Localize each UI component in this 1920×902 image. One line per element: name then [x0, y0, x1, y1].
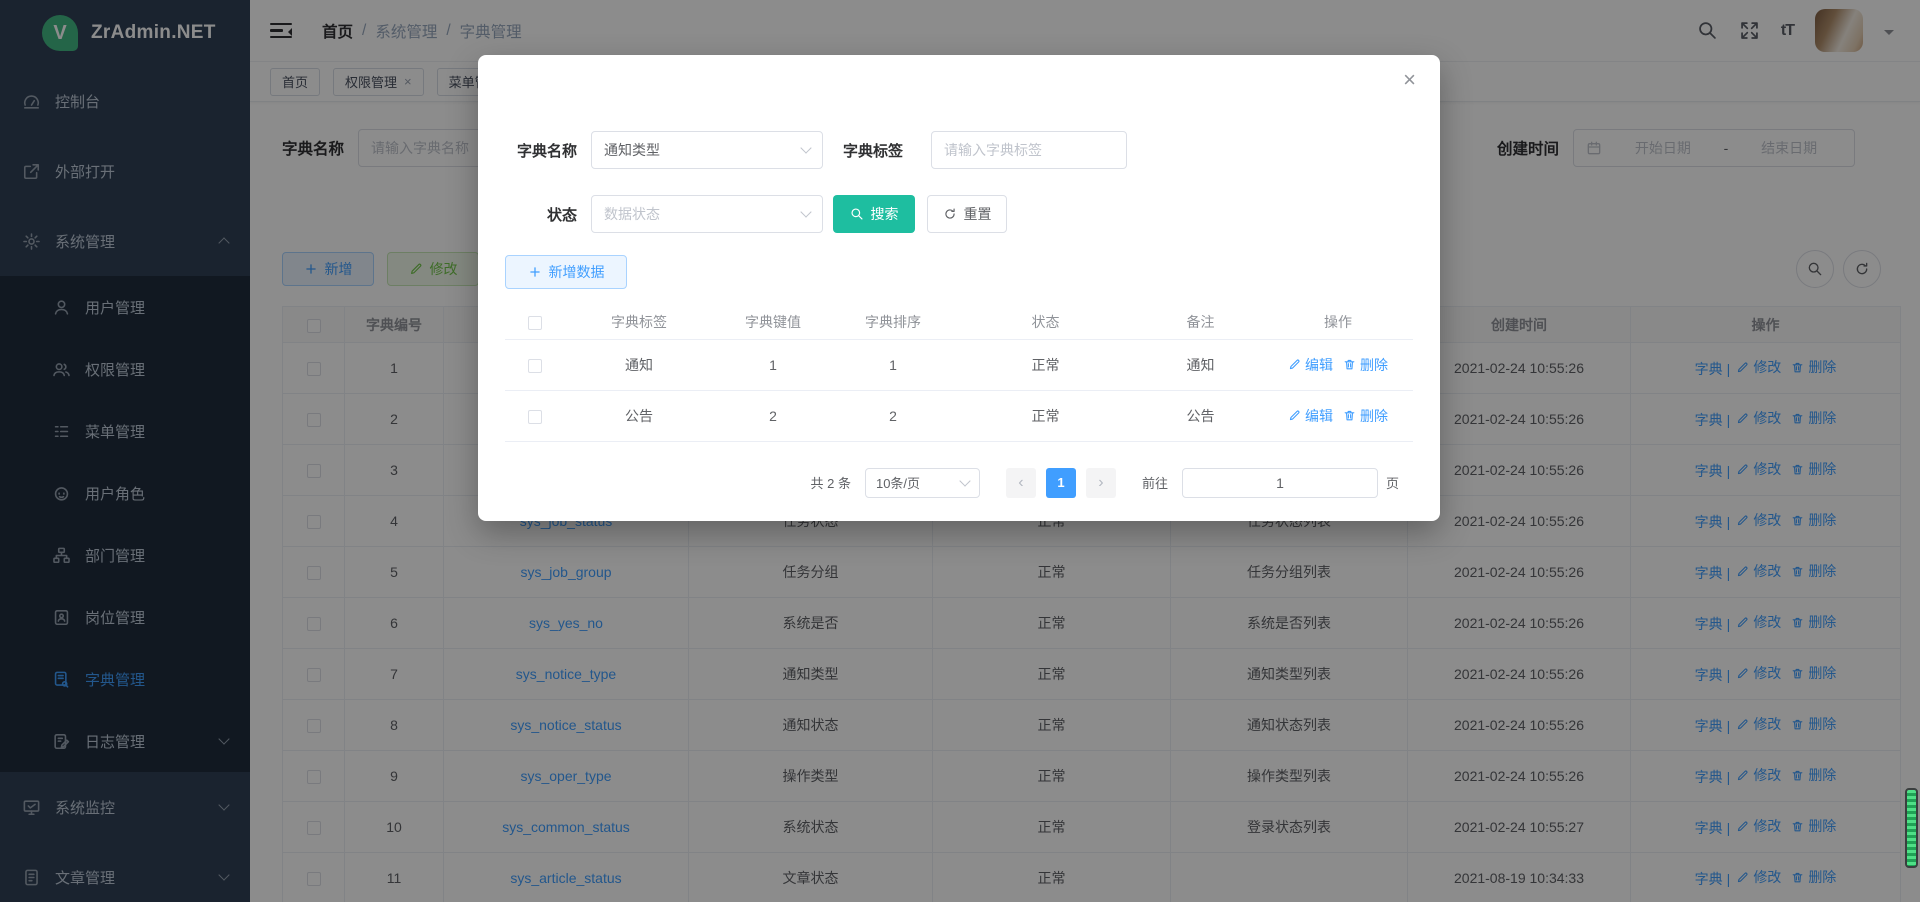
scrollbar-thumb[interactable] [1905, 788, 1918, 868]
refresh-icon [943, 207, 957, 221]
goto-label: 前往 [1142, 473, 1168, 492]
status-select[interactable]: 数据状态 [591, 195, 823, 233]
status-label: 状态 [505, 204, 577, 225]
prev-page-button[interactable]: ‹ [1006, 468, 1036, 498]
reset-button[interactable]: 重置 [927, 195, 1007, 233]
row-delete-link[interactable]: 删除 [1343, 355, 1388, 375]
select-all-checkbox[interactable] [528, 316, 542, 330]
table-row: 通知 1 1 正常 通知 编辑删除 [505, 339, 1413, 390]
row-checkbox[interactable] [528, 359, 542, 373]
dict-label-input[interactable] [931, 131, 1127, 169]
search-button[interactable]: 搜索 [833, 195, 915, 233]
data-label-cell: 通知 [565, 339, 713, 390]
row-edit-link[interactable]: 编辑 [1288, 406, 1333, 426]
row-edit-link[interactable]: 编辑 [1288, 355, 1333, 375]
search-icon [850, 207, 864, 221]
data-remark-cell: 通知 [1138, 339, 1263, 390]
page-size-select[interactable]: 10条/页 [865, 468, 980, 498]
goto-page-input[interactable] [1182, 468, 1378, 498]
data-sort-cell: 1 [833, 339, 953, 390]
data-value-cell: 2 [713, 390, 833, 441]
row-checkbox[interactable] [528, 410, 542, 424]
trash-icon [1343, 409, 1356, 422]
page-number-current[interactable]: 1 [1046, 468, 1076, 498]
col-remark: 备注 [1138, 305, 1263, 339]
add-data-button[interactable]: 新增数据 [505, 255, 627, 289]
chevron-down-icon [800, 206, 811, 217]
next-page-button[interactable]: › [1086, 468, 1116, 498]
dict-data-table: 字典标签 字典键值 字典排序 状态 备注 操作 通知 1 1 正常 通知 编 [505, 305, 1413, 442]
col-dict-sort: 字典排序 [833, 305, 953, 339]
dict-name-select[interactable]: 通知类型 [591, 131, 823, 169]
plus-icon [528, 265, 542, 279]
pencil-icon [1288, 358, 1301, 371]
col-status: 状态 [953, 305, 1138, 339]
col-operations: 操作 [1263, 305, 1413, 339]
data-remark-cell: 公告 [1138, 390, 1263, 441]
data-status-cell: 正常 [953, 339, 1138, 390]
dict-label-label: 字典标签 [837, 140, 903, 161]
close-icon[interactable]: × [1403, 69, 1416, 91]
table-header-row: 字典标签 字典键值 字典排序 状态 备注 操作 [505, 305, 1413, 339]
goto-unit: 页 [1386, 473, 1399, 492]
dict-name-label: 字典名称 [505, 140, 577, 161]
row-delete-link[interactable]: 删除 [1343, 406, 1388, 426]
total-count: 共 2 条 [811, 473, 851, 492]
pagination: 共 2 条 10条/页 ‹ 1 › 前往 页 [505, 468, 1399, 498]
chevron-down-icon [959, 475, 970, 486]
data-sort-cell: 2 [833, 390, 953, 441]
trash-icon [1343, 358, 1356, 371]
col-dict-value: 字典键值 [713, 305, 833, 339]
chevron-down-icon [800, 142, 811, 153]
pencil-icon [1288, 409, 1301, 422]
dict-data-dialog: × 字典名称 通知类型 字典标签 状态 数据状态 搜索 重置 新增数据 [478, 55, 1440, 521]
data-label-cell: 公告 [565, 390, 713, 441]
data-status-cell: 正常 [953, 390, 1138, 441]
col-dict-label: 字典标签 [565, 305, 713, 339]
data-value-cell: 1 [713, 339, 833, 390]
table-row: 公告 2 2 正常 公告 编辑删除 [505, 390, 1413, 441]
